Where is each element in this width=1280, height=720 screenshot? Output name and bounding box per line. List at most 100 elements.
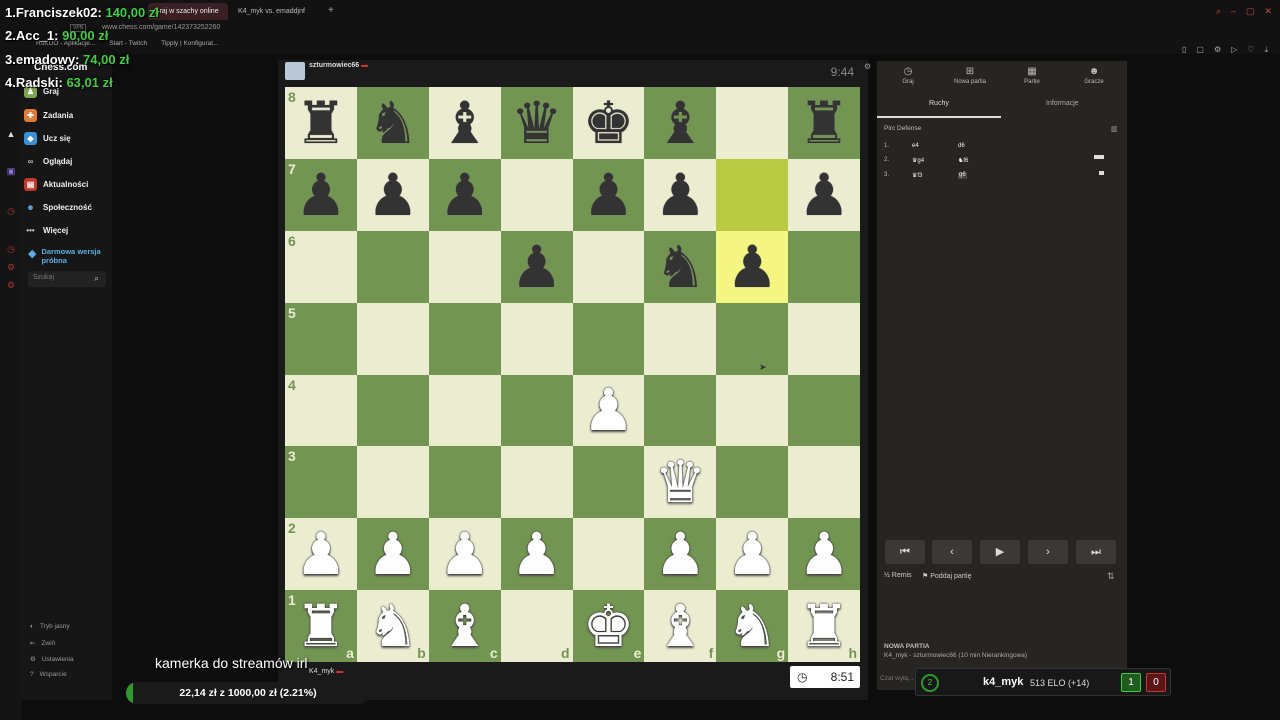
close-icon[interactable]: ✕ xyxy=(1264,6,1272,17)
chess-board[interactable]: 8 ♜ ♞ ♝ ♛ ♚ ♝ ♜ 7 ♟ ♟ ♟ ♟ ♟ ♟ 6 ♟ ♞ ♟ 5 4 ♟ 3 ♛ 2 ♟ ♟ ♟ ♟ ♟ ♟ ♟ 1 a ♜ b ♞ c ♝ d… xyxy=(285,87,860,662)
sidebar-item-news[interactable]: ▤ Aktualności xyxy=(24,175,88,193)
bookmark-item[interactable]: Tipply | Konfigurat... xyxy=(161,40,218,47)
board-square-d5[interactable] xyxy=(500,302,573,375)
board-square-c1[interactable]: c ♝ xyxy=(428,590,501,662)
url-field[interactable]: www.chess.com/game/142373252260 xyxy=(102,24,220,31)
next-move-button[interactable]: › xyxy=(1028,540,1068,564)
board-square-g4[interactable] xyxy=(716,374,789,447)
white-knight-icon[interactable]: ♞ xyxy=(726,597,778,655)
board-square-e1[interactable]: e ♚ xyxy=(572,590,645,662)
white-pawn-icon[interactable]: ♟ xyxy=(798,525,850,583)
flip-board-icon[interactable]: ⇅ xyxy=(1107,571,1115,582)
black-knight-icon[interactable]: ♞ xyxy=(654,238,706,296)
tab-players[interactable]: ☻ Gracze xyxy=(1063,66,1125,85)
settings-icon[interactable]: ⚙ xyxy=(6,280,16,290)
white-pawn-icon[interactable]: ♟ xyxy=(582,381,634,439)
white-move[interactable]: ♛g4 xyxy=(912,157,958,164)
resign-button[interactable]: ⚑ Poddaj partię xyxy=(922,572,972,580)
board-square-a6[interactable]: 6 xyxy=(285,230,357,303)
white-rook-icon[interactable]: ♜ xyxy=(798,597,850,655)
board-square-a8[interactable]: 8 ♜ xyxy=(285,87,357,159)
board-square-e2[interactable] xyxy=(572,518,645,591)
white-pawn-icon[interactable]: ♟ xyxy=(654,525,706,583)
sidebar-item-puzzles[interactable]: ✚ Zadania xyxy=(24,106,73,124)
board-square-d4[interactable] xyxy=(500,374,573,447)
board-square-g1[interactable]: g ♞ xyxy=(716,590,789,662)
new-tab-button[interactable]: + xyxy=(328,5,334,16)
board-square-h3[interactable] xyxy=(788,446,860,519)
board-square-g6[interactable]: ♟ xyxy=(716,230,789,303)
white-pawn-icon[interactable]: ♟ xyxy=(726,525,778,583)
download-icon[interactable]: ⤓ xyxy=(1264,45,1268,55)
board-square-c8[interactable]: ♝ xyxy=(428,87,501,159)
black-pawn-icon[interactable]: ♟ xyxy=(439,166,491,224)
settings-icon[interactable]: ⚙ xyxy=(6,262,16,272)
board-square-f8[interactable]: ♝ xyxy=(644,87,717,159)
board-square-a2[interactable]: 2 ♟ xyxy=(285,518,357,591)
search-icon[interactable]: ⌕ xyxy=(1216,6,1221,17)
tab-games[interactable]: ▦ Partie xyxy=(1001,66,1063,85)
heart-icon[interactable]: ♡ xyxy=(1247,45,1254,55)
clock-icon[interactable]: ◷ xyxy=(6,244,16,254)
white-bishop-icon[interactable]: ♝ xyxy=(654,597,706,655)
sidebar-item-more[interactable]: ••• Więcej xyxy=(24,221,68,239)
settings-icon[interactable]: ⚙ xyxy=(1214,45,1221,55)
board-square-d1[interactable]: d xyxy=(500,590,573,662)
black-knight-icon[interactable]: ♞ xyxy=(367,94,419,152)
board-square-d6[interactable]: ♟ xyxy=(500,230,573,303)
white-bishop-icon[interactable]: ♝ xyxy=(439,597,491,655)
board-square-d7[interactable] xyxy=(500,158,573,231)
sidebar-footer-collapse[interactable]: ⇤ Zwiń xyxy=(30,639,55,648)
play-icon[interactable]: ▷ xyxy=(1231,45,1237,55)
board-square-a5[interactable]: 5 xyxy=(285,302,357,375)
black-rook-icon[interactable]: ♜ xyxy=(295,94,347,152)
black-pawn-icon[interactable]: ♟ xyxy=(582,166,634,224)
board-square-a4[interactable]: 4 xyxy=(285,374,357,447)
black-pawn-icon[interactable]: ♟ xyxy=(798,166,850,224)
trash-icon[interactable]: ▥ xyxy=(1111,125,1118,133)
board-square-e4[interactable]: ♟ xyxy=(572,374,645,447)
black-bishop-icon[interactable]: ♝ xyxy=(654,94,706,152)
gear-icon[interactable]: ⚙ xyxy=(864,62,871,71)
board-square-f6[interactable]: ♞ xyxy=(644,230,717,303)
board-square-g3[interactable] xyxy=(716,446,789,519)
black-move[interactable]: ♞f6 xyxy=(958,157,968,164)
board-square-a3[interactable]: 3 xyxy=(285,446,357,519)
board-square-c3[interactable] xyxy=(428,446,501,519)
board-square-b2[interactable]: ♟ xyxy=(356,518,429,591)
board-square-b1[interactable]: b ♞ xyxy=(356,590,429,662)
bookmark-icon[interactable]: ▯ xyxy=(1182,45,1186,55)
board-square-c7[interactable]: ♟ xyxy=(428,158,501,231)
opponent-name[interactable]: szturmowiec66 ▬ xyxy=(309,62,368,69)
board-square-b8[interactable]: ♞ xyxy=(356,87,429,159)
white-king-icon[interactable]: ♚ xyxy=(582,597,634,655)
tab-game[interactable]: K4_myk vs. emaddjnf xyxy=(232,3,322,20)
board-square-g8[interactable] xyxy=(716,87,789,159)
tab-new-game[interactable]: ⊞ Nowa partia xyxy=(939,66,1001,85)
sidebar-footer-settings[interactable]: ⚙ Ustawienia xyxy=(30,655,74,664)
white-pawn-icon[interactable]: ♟ xyxy=(439,525,491,583)
black-pawn-icon[interactable]: ♟ xyxy=(726,238,778,296)
board-square-h7[interactable]: ♟ xyxy=(788,158,860,231)
board-square-a1[interactable]: 1 a ♜ xyxy=(285,590,357,662)
board-square-f3[interactable]: ♛ xyxy=(644,446,717,519)
board-square-g2[interactable]: ♟ xyxy=(716,518,789,591)
black-move[interactable]: g6 xyxy=(958,172,967,179)
board-square-f1[interactable]: f ♝ xyxy=(644,590,717,662)
draw-button[interactable]: ½ Remis xyxy=(884,572,912,579)
board-square-h6[interactable] xyxy=(788,230,860,303)
white-knight-icon[interactable]: ♞ xyxy=(367,597,419,655)
black-pawn-icon[interactable]: ♟ xyxy=(654,166,706,224)
board-square-h4[interactable] xyxy=(788,374,860,447)
arrow-icon[interactable]: ▲ xyxy=(6,129,16,139)
subtab-moves[interactable]: Ruchy xyxy=(929,100,949,107)
black-bishop-icon[interactable]: ♝ xyxy=(439,94,491,152)
last-move-button[interactable]: ⏭ xyxy=(1076,540,1116,564)
board-square-e7[interactable]: ♟ xyxy=(572,158,645,231)
subtab-info[interactable]: Informacje xyxy=(1046,100,1079,107)
board-square-b7[interactable]: ♟ xyxy=(356,158,429,231)
white-queen-icon[interactable]: ♛ xyxy=(654,453,706,511)
board-square-h5[interactable] xyxy=(788,302,860,375)
board-square-g7[interactable] xyxy=(716,158,789,231)
white-move[interactable]: ♛f3 xyxy=(912,172,958,179)
